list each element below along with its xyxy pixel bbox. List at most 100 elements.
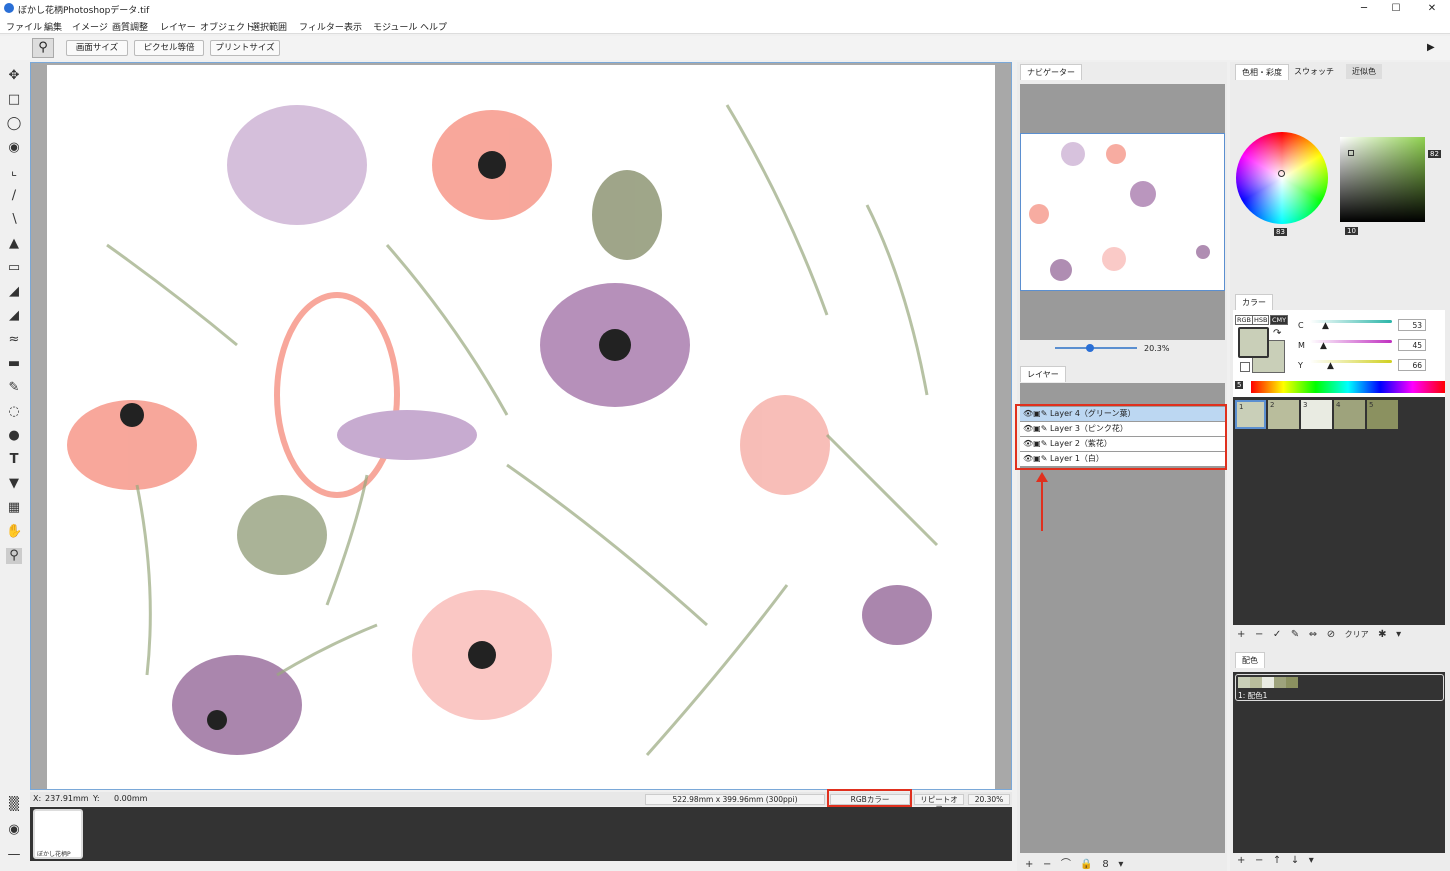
yellow-input[interactable]: 66 <box>1398 359 1426 371</box>
yellow-slider[interactable] <box>1310 360 1392 363</box>
stamp-icon[interactable]: ▲ <box>6 236 22 252</box>
hand-icon[interactable]: ✋ <box>6 524 22 540</box>
menu-module[interactable]: モジュール <box>373 20 417 33</box>
document-canvas[interactable] <box>47 65 995 789</box>
menu-object[interactable]: オブジェクト <box>200 20 254 33</box>
menu-layer[interactable]: レイヤー <box>160 20 196 33</box>
rect-select-icon[interactable]: □ <box>6 92 22 108</box>
dodge-icon[interactable]: ● <box>6 428 22 444</box>
swatch-5[interactable]: 5 <box>1367 400 1398 429</box>
navigator-zoom-slider[interactable] <box>1055 347 1137 349</box>
navigator-preview[interactable] <box>1020 133 1225 291</box>
zoom-icon[interactable]: ⚲ <box>6 548 22 564</box>
sv-cursor[interactable] <box>1348 150 1354 156</box>
menu-edit[interactable]: 編集 <box>44 20 62 33</box>
swap-icon[interactable]: ⇔ <box>1309 629 1317 640</box>
default-colors-icon[interactable] <box>1240 362 1250 372</box>
link-icon[interactable]: 8 <box>1102 859 1108 870</box>
move-icon[interactable]: ✥ <box>6 68 22 84</box>
minimize-button[interactable]: ─ <box>1357 2 1371 15</box>
menu-file[interactable]: ファイル <box>6 20 42 33</box>
grid-icon[interactable]: ▦ <box>6 500 22 516</box>
ruler-icon[interactable]: ▒ <box>6 797 22 813</box>
wave-icon[interactable]: ≈ <box>6 332 22 348</box>
swap-colors-icon[interactable]: ↷ <box>1273 328 1281 339</box>
menu-adjust[interactable]: 画質調整 <box>112 20 148 33</box>
fit-screen-button[interactable]: 画面サイズ <box>66 40 128 56</box>
repeat-mode[interactable]: リピートオフ <box>914 794 964 813</box>
hue-wheel-center[interactable] <box>1236 132 1328 224</box>
menu-selection[interactable]: 選択範囲 <box>251 20 287 33</box>
sparkle-icon[interactable]: ✱ <box>1378 629 1386 640</box>
tab-color[interactable]: カラー <box>1235 294 1273 310</box>
yellow-handle[interactable]: ▲ <box>1327 361 1334 371</box>
maximize-button[interactable]: ☐ <box>1389 2 1403 15</box>
actual-pixels-button[interactable]: ピクセル等倍 <box>134 40 204 56</box>
pen-icon[interactable]: ✎ <box>6 380 22 396</box>
menu-image[interactable]: イメージ <box>72 20 108 33</box>
crop-icon[interactable]: ⌞ <box>6 164 22 180</box>
edit-swatch-icon[interactable]: ✎ <box>1291 629 1299 640</box>
magenta-input[interactable]: 45 <box>1398 339 1426 351</box>
tab-color-scheme[interactable]: 配色 <box>1235 652 1265 668</box>
mode-hsb[interactable]: HSB <box>1252 315 1270 325</box>
path-icon[interactable]: ▼ <box>6 476 22 492</box>
document-thumbnail[interactable]: ぼかし花柄P <box>33 809 83 859</box>
close-button[interactable]: ✕ <box>1425 2 1439 15</box>
add-layer-icon[interactable]: + <box>1025 859 1033 870</box>
tab-navigator[interactable]: ナビゲーター <box>1020 64 1082 80</box>
add-scheme-icon[interactable]: + <box>1237 855 1245 866</box>
tab-similar-color[interactable]: 近似色 <box>1346 64 1382 79</box>
forbid-icon[interactable]: ⊘ <box>1327 629 1335 640</box>
foreground-color-swatch[interactable] <box>1238 327 1269 358</box>
eraser-icon[interactable]: ▭ <box>6 260 22 276</box>
tab-layers[interactable]: レイヤー <box>1020 366 1066 382</box>
lock-layer-icon[interactable]: 🔒 <box>1080 859 1092 870</box>
swatch-2[interactable]: 2 <box>1268 400 1299 429</box>
menu-filter[interactable]: フィルター <box>299 20 344 33</box>
add-swatch-icon[interactable]: + <box>1237 629 1245 640</box>
zoom-tool-icon[interactable]: ⚲ <box>32 38 54 58</box>
swatch-menu-icon[interactable]: ▾ <box>1396 629 1401 640</box>
drop-icon[interactable]: ◌ <box>6 404 22 420</box>
tab-swatch[interactable]: スウォッチ <box>1294 66 1334 77</box>
remove-scheme-icon[interactable]: − <box>1255 855 1263 866</box>
magenta-handle[interactable]: ▲ <box>1320 341 1327 351</box>
panel-toggle-icon[interactable]: ▶ <box>1427 42 1435 53</box>
menu-help[interactable]: ヘルプ <box>420 20 447 33</box>
menu-view[interactable]: 表示 <box>344 20 362 33</box>
zoom-level[interactable]: 20.30% <box>968 794 1010 805</box>
cyan-handle[interactable]: ▲ <box>1322 321 1329 331</box>
move-down-icon[interactable]: ↓ <box>1291 855 1299 866</box>
mode-cmy[interactable]: CMY <box>1270 315 1289 325</box>
hue-cursor[interactable] <box>1278 170 1285 177</box>
check-icon[interactable]: ✓ <box>1273 629 1281 640</box>
swatch-1[interactable]: 1 <box>1235 400 1266 429</box>
lasso-icon[interactable]: ◯ <box>6 116 22 132</box>
fill2-icon[interactable]: ◢ <box>6 308 22 324</box>
brush-icon[interactable]: ∖ <box>6 212 22 228</box>
mask-icon[interactable]: ⌒ <box>1061 859 1071 870</box>
remove-swatch-icon[interactable]: − <box>1255 629 1263 640</box>
fill-icon[interactable]: ◢ <box>6 284 22 300</box>
mode-rgb[interactable]: RGB <box>1235 315 1254 325</box>
color-spectrum-bar[interactable] <box>1251 381 1445 393</box>
delete-layer-icon[interactable]: − <box>1043 859 1051 870</box>
clear-button[interactable]: クリア <box>1345 630 1369 639</box>
tab-hue-saturation[interactable]: 色相・彩度 <box>1235 64 1289 80</box>
layer-menu-icon[interactable]: ▾ <box>1118 859 1123 870</box>
swatch-4[interactable]: 4 <box>1334 400 1365 429</box>
cyan-input[interactable]: 53 <box>1398 319 1426 331</box>
text-icon[interactable]: T <box>6 452 22 468</box>
eyedropper-icon[interactable]: ∕ <box>6 188 22 204</box>
color-scheme-item[interactable]: 1: 配色1 <box>1235 674 1444 701</box>
minus-icon[interactable]: — <box>6 847 22 863</box>
print-size-button[interactable]: プリントサイズ <box>210 40 280 56</box>
magic-select-icon[interactable]: ◉ <box>6 140 22 156</box>
move-up-icon[interactable]: ↑ <box>1273 855 1281 866</box>
swatch-3[interactable]: 3 <box>1301 400 1332 429</box>
scheme-menu-icon[interactable]: ▾ <box>1309 855 1314 866</box>
rect-icon[interactable]: ▬ <box>6 356 22 372</box>
quickmask-icon[interactable]: ◉ <box>6 822 22 838</box>
navigator-zoom-handle[interactable] <box>1086 344 1094 352</box>
